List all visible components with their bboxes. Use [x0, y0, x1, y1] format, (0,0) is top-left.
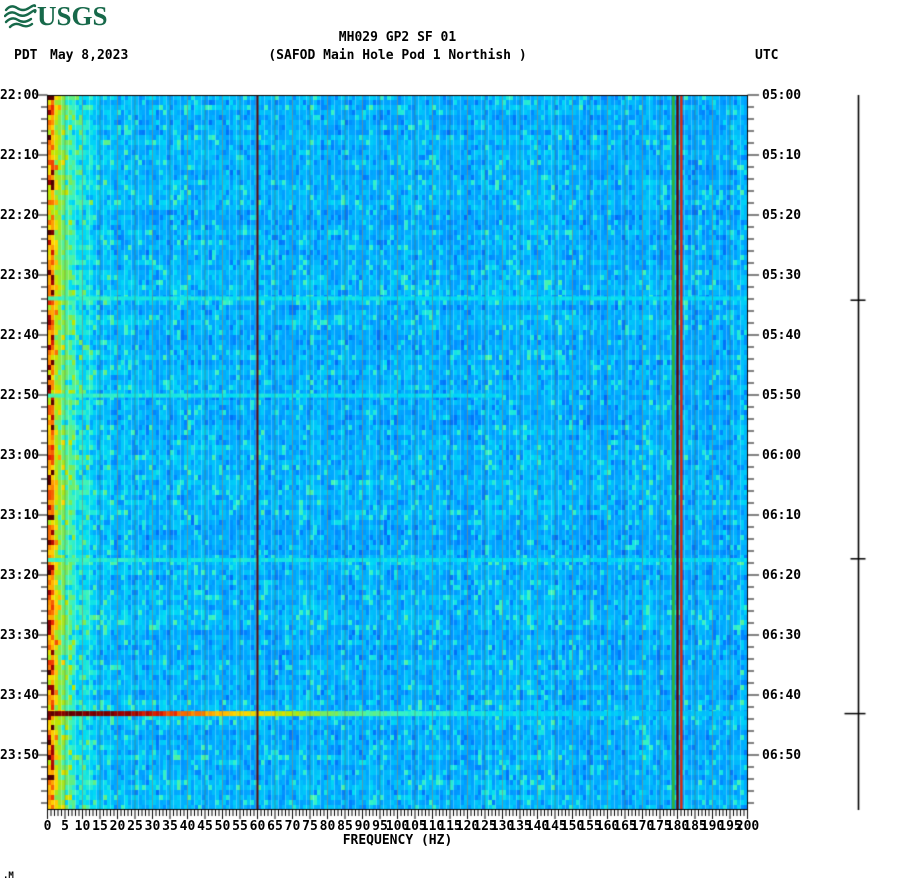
- frequency-tick-label: 40: [179, 819, 196, 834]
- frequency-tick-label: 75: [302, 819, 318, 834]
- frequency-tick-label: 0: [43, 819, 52, 834]
- right-time-tick-label: 06:50: [762, 748, 802, 763]
- frequency-axis-title: FREQUENCY (HZ): [342, 833, 453, 848]
- left-timezone-label: PDT: [14, 48, 38, 63]
- frequency-tick-label: 10: [74, 819, 91, 834]
- frequency-tick-label: 45: [197, 819, 213, 834]
- left-time-tick-label: 22:40: [0, 328, 40, 343]
- corner-watermark: .M: [3, 871, 14, 881]
- date-label: May 8,2023: [50, 48, 129, 63]
- right-time-tick-label: 05:40: [762, 328, 802, 343]
- right-time-tick-label: 06:00: [762, 448, 802, 463]
- right-time-tick-label: 05:50: [762, 388, 802, 403]
- left-time-tick-label: 22:10: [0, 148, 40, 163]
- right-time-tick-label: 06:40: [762, 688, 802, 703]
- usgs-wave-icon: USGS: [3, 1, 108, 31]
- frequency-tick-label: 200: [735, 819, 760, 834]
- right-time-tick-label: 06:20: [762, 568, 802, 583]
- frequency-tick-label: 20: [109, 819, 126, 834]
- frequency-tick-label: 55: [232, 819, 248, 834]
- right-timezone-label: UTC: [755, 48, 779, 63]
- left-time-tick-label: 22:30: [0, 268, 40, 283]
- right-time-tick-label: 06:30: [762, 628, 802, 643]
- frequency-tick-label: 85: [337, 819, 353, 834]
- frequency-tick-label: 60: [249, 819, 266, 834]
- frequency-tick-label: 30: [144, 819, 161, 834]
- left-time-tick-label: 23:20: [0, 568, 40, 583]
- plot-title: MH029 GP2 SF 01: [338, 30, 457, 45]
- usgs-logo-text: USGS: [37, 2, 108, 29]
- left-time-tick-label: 23:00: [0, 448, 40, 463]
- right-time-tick-label: 05:10: [762, 148, 802, 163]
- left-time-tick-label: 23:40: [0, 688, 40, 703]
- frequency-tick-label: 35: [162, 819, 178, 834]
- right-time-tick-label: 06:10: [762, 508, 802, 523]
- left-time-tick-label: 22:50: [0, 388, 40, 403]
- right-time-tick-label: 05:20: [762, 208, 802, 223]
- spectrogram-page: USGS MH029 GP2 SF 01 (SAFOD Main Hole Po…: [0, 0, 902, 892]
- frequency-tick-label: 15: [92, 819, 108, 834]
- frequency-tick-label: 80: [319, 819, 336, 834]
- frequency-tick-label: 25: [127, 819, 143, 834]
- frequency-tick-label: 65: [267, 819, 283, 834]
- left-time-tick-label: 22:20: [0, 208, 40, 223]
- usgs-logo: USGS: [3, 1, 108, 33]
- right-time-tick-label: 05:30: [762, 268, 802, 283]
- right-time-tick-label: 05:00: [762, 88, 802, 103]
- frequency-tick-label: 70: [284, 819, 301, 834]
- frequency-tick-label: 5: [61, 819, 69, 834]
- frequency-tick-label: 50: [214, 819, 231, 834]
- left-time-tick-label: 23:50: [0, 748, 40, 763]
- left-time-tick-label: 23:10: [0, 508, 40, 523]
- frequency-tick-label: 90: [354, 819, 371, 834]
- left-time-tick-label: 23:30: [0, 628, 40, 643]
- left-time-tick-label: 22:00: [0, 88, 40, 103]
